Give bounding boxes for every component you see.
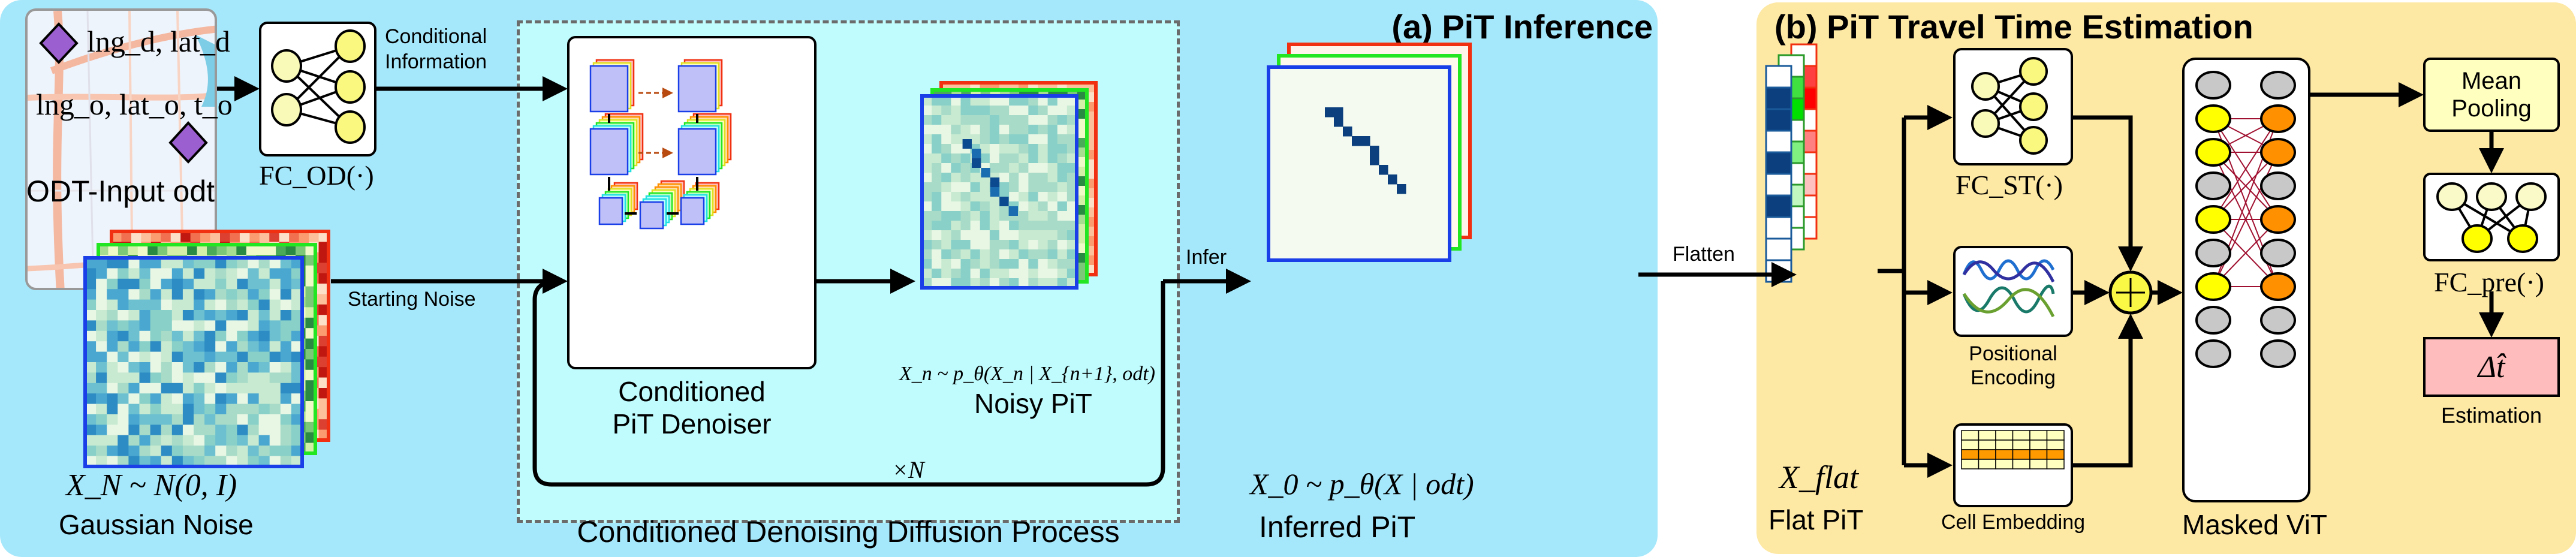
connectors <box>217 76 2504 487</box>
branch-trunk <box>1878 118 1906 465</box>
fc-st-to-add-arrow <box>2073 115 2143 272</box>
cell-to-add-arrow <box>2073 314 2143 468</box>
loop-back-arrow <box>532 279 1165 487</box>
